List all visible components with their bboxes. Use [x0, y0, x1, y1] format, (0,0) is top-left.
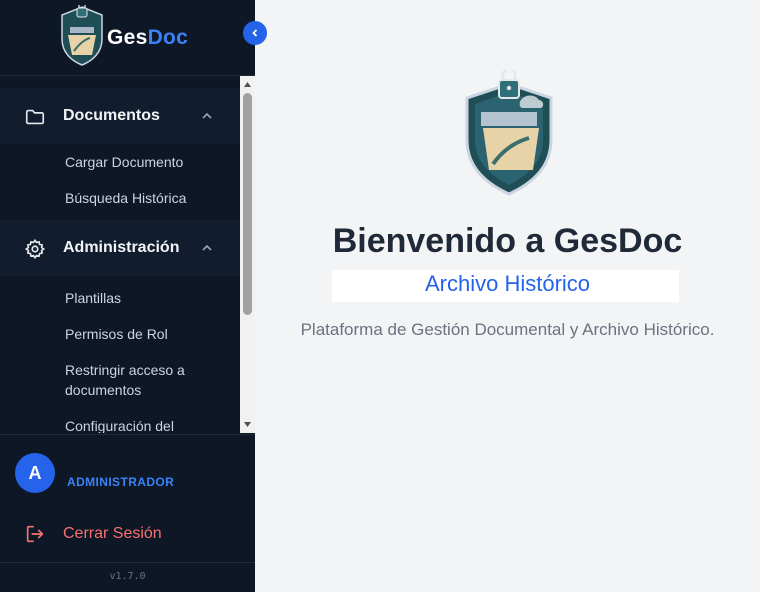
sidebar-item-cargar-documento[interactable]: Cargar Documento	[65, 152, 215, 172]
scroll-thumb[interactable]	[243, 93, 252, 315]
gear-icon	[24, 238, 46, 260]
sidebar-item-permisos-de-rol[interactable]: Permisos de Rol	[65, 324, 215, 344]
scroll-down-arrow-icon[interactable]	[243, 420, 252, 429]
sidebar-brand: GesDoc	[0, 0, 255, 76]
logout-button[interactable]: Cerrar Sesión	[0, 512, 255, 560]
folder-icon	[25, 109, 45, 125]
main-content: Bienvenido a GesDoc Archivo Histórico Pl…	[255, 0, 760, 592]
brand-name: GesDoc	[107, 26, 188, 50]
chevron-up-icon	[202, 112, 212, 119]
sidebar: GesDoc Documentos Cargar Documento Búsqu…	[0, 0, 255, 592]
scroll-up-arrow-icon[interactable]	[243, 80, 252, 89]
sidebar-item-restringir-acceso[interactable]: Restringir acceso a documentos	[65, 360, 215, 400]
chevron-left-icon	[252, 29, 258, 37]
avatar[interactable]: A	[15, 453, 55, 493]
brand-name-doc: Doc	[147, 26, 189, 49]
nav-section-label: Administración	[63, 239, 180, 256]
brand-name-ges: Ges	[107, 26, 148, 49]
version-label: v1.7.0	[0, 562, 255, 592]
logout-label: Cerrar Sesión	[63, 525, 162, 542]
subtitle: Archivo Histórico	[424, 271, 591, 296]
gesdoc-logo-icon	[61, 5, 103, 66]
nav-section-administracion[interactable]: Administración	[0, 220, 240, 276]
nav-section-documentos[interactable]: Documentos	[0, 88, 240, 144]
sidebar-nav: Documentos Cargar Documento Búsqueda His…	[0, 76, 255, 433]
gesdoc-hero-logo-icon	[465, 70, 553, 196]
description: Plataforma de Gestión Documental y Archi…	[300, 320, 715, 339]
nav-section-label: Documentos	[63, 107, 160, 124]
chevron-up-icon	[202, 244, 212, 251]
welcome-title: Bienvenido a GesDoc	[332, 222, 683, 260]
sidebar-item-plantillas[interactable]: Plantillas	[65, 288, 215, 308]
user-panel: A ADMINISTRADOR	[0, 434, 255, 520]
logout-icon	[26, 525, 44, 543]
sidebar-item-configuracion[interactable]: Configuración del	[65, 416, 215, 433]
collapse-sidebar-button[interactable]	[243, 21, 267, 45]
sidebar-scrollbar[interactable]	[240, 76, 255, 433]
user-role: ADMINISTRADOR	[67, 475, 175, 489]
sidebar-item-busqueda-historica[interactable]: Búsqueda Histórica	[65, 188, 215, 208]
